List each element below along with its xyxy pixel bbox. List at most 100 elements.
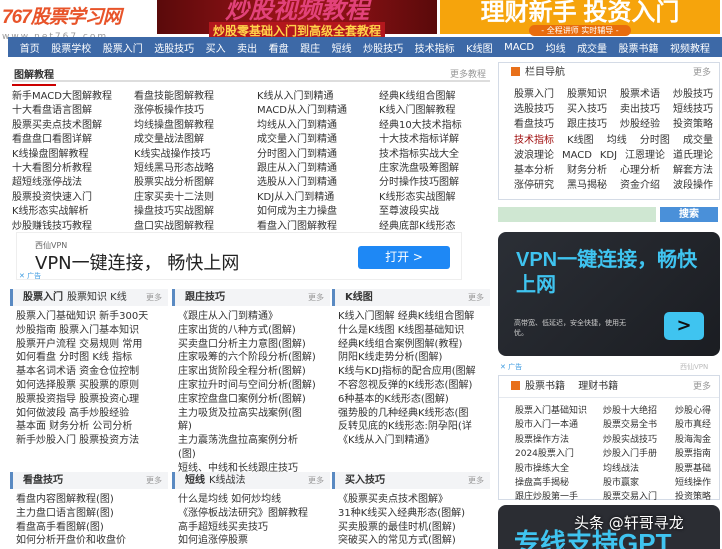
tutorial-link[interactable]: 十大看盘语言图解 [12,104,134,118]
tutorial-link[interactable]: 分时图入门到精通 [257,148,379,162]
list-item[interactable]: 突破买入的常见方式(图解) [332,534,490,548]
tutorial-link[interactable]: K线形态实战图解 [379,191,490,205]
list-item[interactable]: 基本面 财务分析 公司分析 [10,420,168,434]
tutorial-link[interactable]: KDJ从入门到精通 [257,191,379,205]
list-item[interactable]: 31种K线买入经典形态(图解) [332,507,490,521]
list-item[interactable]: 经典K线组合案例图解(教程) [332,338,490,352]
tutorial-link[interactable]: 庄家买卖十二法则 [134,191,257,205]
nav-item[interactable]: 视频教程 [670,40,710,55]
tutorial-link[interactable]: 股票实战分析图解 [134,176,257,190]
book-link[interactable]: 股票基础 [675,462,722,476]
tutorial-link[interactable]: K线操盘图解教程 [12,148,134,162]
box-title[interactable]: 股票入门 [23,292,63,303]
nav-item[interactable]: 均线 [546,40,566,55]
tutorial-link[interactable]: 均线操盘图解教程 [134,119,257,133]
book-link[interactable]: 股票交易入门 [603,490,675,504]
list-item[interactable]: 解) [172,420,330,434]
column-link[interactable]: 股票术语 [620,87,660,102]
list-item[interactable]: 主力震荡洗盘拉高案例分析 [172,434,330,448]
finance-beginner-banner[interactable]: 理财新手 投资入门 - 全程讲师 实时辅导 - [440,0,720,36]
nav-item[interactable]: 首页 [20,40,40,55]
column-link[interactable]: 投资策略 [673,117,713,132]
list-item[interactable]: 如何看盘 分时图 K线 指标 [10,351,168,365]
more-link[interactable]: 更多 [693,376,711,398]
nav-item[interactable]: 股票学校 [51,40,91,55]
list-item[interactable]: 主力吸货及拉高实战案例(图 [172,407,330,421]
chevron-right-icon[interactable]: > [664,312,704,340]
more-link[interactable]: 更多 [308,472,324,489]
tutorial-link[interactable]: 跟庄从入门到精通 [257,162,379,176]
book-link[interactable]: 股票交易全书 [603,418,675,432]
column-link[interactable]: 选股技巧 [514,102,554,117]
more-link[interactable]: 更多 [308,289,324,306]
list-item[interactable]: 股票投资指导 股票投资心理 [10,393,168,407]
column-link[interactable]: 股票知识 [567,87,607,102]
tutorial-link[interactable]: 涨停板操作技巧 [134,104,257,118]
box-subtitle[interactable]: K线战法 [209,475,246,486]
list-item[interactable]: 强势股的几种经典K线形态(图 [332,407,490,421]
video-tutorial-banner[interactable]: 炒股视频教程 炒股零基础入门到高级全套教程 [157,0,437,39]
column-link[interactable]: 道氏理论 [673,148,713,163]
tutorial-link[interactable]: K线从入门到精通 [257,90,379,104]
box-title[interactable]: 看盘技巧 [23,475,63,486]
column-link[interactable]: MACD [562,148,592,163]
nav-item[interactable]: 炒股技巧 [363,40,403,55]
book-link[interactable]: 股市入门一本通 [515,418,603,432]
tutorial-link[interactable]: 选股从入门到精通 [257,176,379,190]
column-link[interactable]: 涨停研究 [514,178,554,193]
column-link[interactable]: KDJ [600,148,617,163]
column-link[interactable]: 成交量 [683,133,713,148]
list-item[interactable]: 6种基本的K线形态(图解) [332,393,490,407]
column-link[interactable]: K线图 [567,133,594,148]
list-item[interactable]: 阴阳K线走势分析(图解) [332,351,490,365]
column-link[interactable]: 跟庄技巧 [567,117,607,132]
tab-finance-books[interactable]: 理财书籍 [578,381,618,392]
column-link[interactable]: 技术指标 [514,133,554,148]
sidebar-vpn-ad[interactable]: VPN一键连接，畅快上网 高带宽、低延迟，安全快捷，使用无忧。 > [498,232,720,356]
nav-item[interactable]: 成交量 [577,40,607,55]
column-link[interactable]: 黑马揭秘 [567,178,607,193]
list-item[interactable]: 如何选择股票 买股票的原则 [10,379,168,393]
list-item[interactable]: 什么是均线 如何炒均线 [172,493,330,507]
search-input[interactable] [498,207,656,222]
more-link[interactable]: 更多 [468,472,484,489]
book-link[interactable]: 股票入门基础知识 [515,404,603,418]
tutorial-link[interactable]: K线形态实战解析 [12,205,134,219]
column-link[interactable]: 均线 [607,133,627,148]
book-link[interactable]: 股市真经 [675,418,722,432]
nav-item[interactable]: K线图 [466,40,493,55]
column-link[interactable]: 股票入门 [514,87,554,102]
list-item[interactable]: 《股票买卖点技术图解》 [332,493,490,507]
book-link[interactable]: 炒股十大绝招 [603,404,675,418]
list-item[interactable]: (图) [172,448,330,462]
nav-item[interactable]: 卖出 [237,40,257,55]
tutorial-link[interactable]: 成交量战法图解 [134,133,257,147]
list-item[interactable]: K线入门图解 经典K线组合图解 [332,310,490,324]
list-item[interactable]: 《涨停板战法研究》图解教程 [172,507,330,521]
tutorial-link[interactable]: 技术指标实战大全 [379,148,490,162]
tutorial-link[interactable]: 十大看图分析教程 [12,162,134,176]
nav-item[interactable]: 买入 [206,40,226,55]
column-link[interactable]: 解套方法 [673,163,713,178]
tutorial-link[interactable]: 看盘盘口看图详解 [12,133,134,147]
book-link[interactable]: 操盘高手揭秘 [515,476,603,490]
list-item[interactable]: 庄家控盘盘口案例分析(图解) [172,393,330,407]
nav-item[interactable]: 短线 [332,40,352,55]
column-link[interactable]: 短线技巧 [673,102,713,117]
tutorial-link[interactable]: 看盘技能图解教程 [134,90,257,104]
list-item[interactable]: 反转见底的K线形态:阴孕阳(详 [332,420,490,434]
book-link[interactable]: 炒股实战技巧 [603,433,675,447]
book-link[interactable]: 炒股心得 [675,404,722,418]
more-link[interactable]: 更多教程 [450,67,486,80]
list-item[interactable]: 《跟庄从入门到精通》 [172,310,330,324]
list-item[interactable]: 买卖盘口分析主力意图(图解) [172,338,330,352]
list-item[interactable]: 如何追涨停股票 [172,534,330,548]
tutorial-link[interactable]: 短线黑马形态战略 [134,162,257,176]
nav-item[interactable]: 跟庄 [300,40,320,55]
list-item[interactable]: 看盘内容图解教程(图) [10,493,168,507]
book-link[interactable]: 股市操练大全 [515,462,603,476]
column-link[interactable]: 卖出技巧 [620,102,660,117]
tutorial-link[interactable]: K线实战操作技巧 [134,148,257,162]
tutorial-link[interactable]: 分时操作技巧图解 [379,176,490,190]
nav-item[interactable]: MACD [504,42,534,53]
